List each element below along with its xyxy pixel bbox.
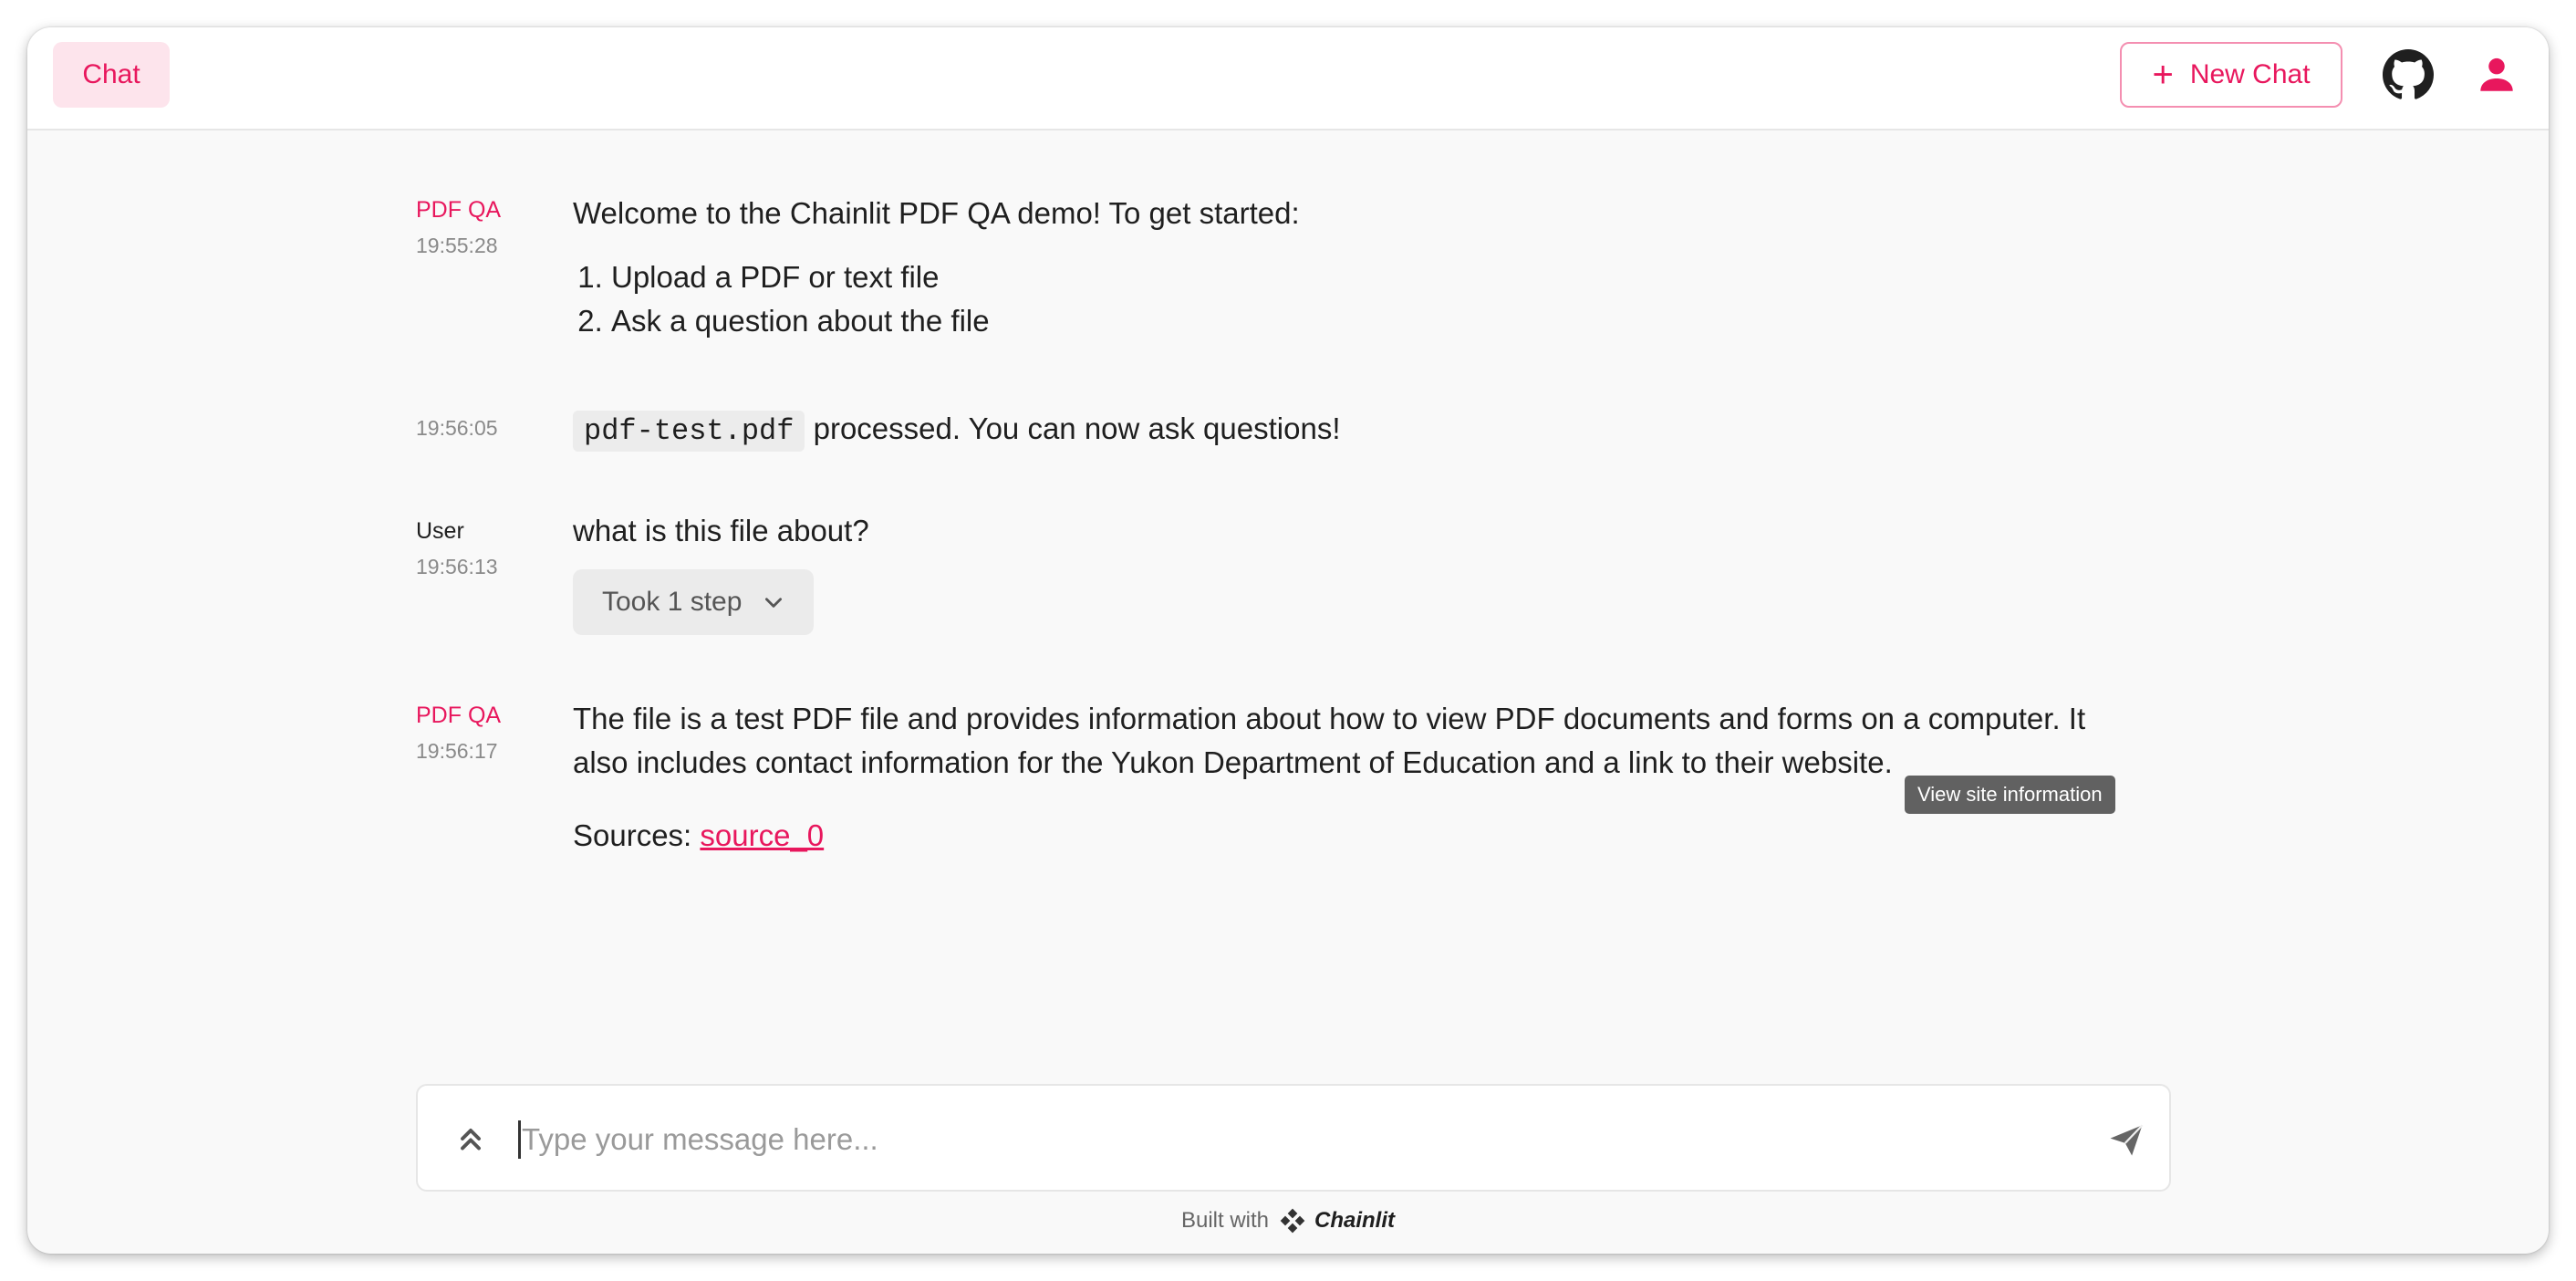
- steps-list: Upload a PDF or text file Ask a question…: [611, 255, 1300, 343]
- message-input[interactable]: [522, 1113, 2072, 1166]
- sources-label: Sources:: [573, 818, 701, 852]
- message-composer: [416, 1084, 2171, 1192]
- built-with-label: Built with: [1180, 1208, 1270, 1233]
- list-item: Ask a question about the file: [611, 299, 1300, 343]
- chevron-down-icon: [765, 598, 783, 608]
- footer: Built with Chainlit: [27, 1206, 2549, 1235]
- message-content: Welcome to the Chainlit PDF QA demo! To …: [573, 192, 1300, 343]
- user-avatar-icon[interactable]: [2474, 51, 2519, 97]
- app-window: Chat + New Chat PDF QA 19:55:28 Welcome …: [27, 27, 2549, 1254]
- chainlit-brand[interactable]: Chainlit: [1278, 1206, 1395, 1235]
- message-text: Welcome to the Chainlit PDF QA demo! To …: [573, 196, 1300, 230]
- chevrons-up-icon[interactable]: [454, 1122, 487, 1155]
- list-item: Upload a PDF or text file: [611, 255, 1300, 299]
- message-time: 19:56:05: [416, 416, 498, 440]
- message-author: PDF QA: [416, 197, 502, 223]
- message-content: pdf-test.pdf processed. You can now ask …: [573, 407, 1341, 453]
- sources-line: Sources: source_0: [573, 814, 2178, 858]
- tooltip: View site information: [1905, 776, 2115, 814]
- message-time: 19:56:13: [416, 555, 498, 578]
- message-text-line: The file is a test PDF file and provides…: [573, 702, 2086, 735]
- new-chat-button[interactable]: + New Chat: [2120, 42, 2342, 108]
- message-author: User: [416, 518, 464, 544]
- message-time: 19:56:17: [416, 739, 498, 763]
- text-caret: [518, 1120, 521, 1159]
- plus-icon: +: [2152, 55, 2174, 95]
- chainlit-logo-icon: [1280, 1208, 1305, 1234]
- brand-name: Chainlit: [1314, 1208, 1396, 1233]
- new-chat-label: New Chat: [2189, 59, 2311, 89]
- file-name-code: pdf-test.pdf: [573, 411, 805, 452]
- source-link[interactable]: source_0: [700, 818, 824, 852]
- send-icon[interactable]: [2107, 1120, 2145, 1159]
- steps-label: Took 1 step: [602, 587, 743, 617]
- header: Chat + New Chat: [27, 27, 2549, 130]
- message-text: what is this file about?: [573, 514, 869, 547]
- github-icon[interactable]: [2383, 49, 2434, 100]
- message-author: PDF QA: [416, 703, 502, 728]
- tab-chat[interactable]: Chat: [53, 42, 170, 108]
- steps-toggle-button[interactable]: Took 1 step: [573, 569, 814, 635]
- message-text: processed. You can now ask questions!: [805, 411, 1341, 445]
- message-time: 19:55:28: [416, 234, 498, 257]
